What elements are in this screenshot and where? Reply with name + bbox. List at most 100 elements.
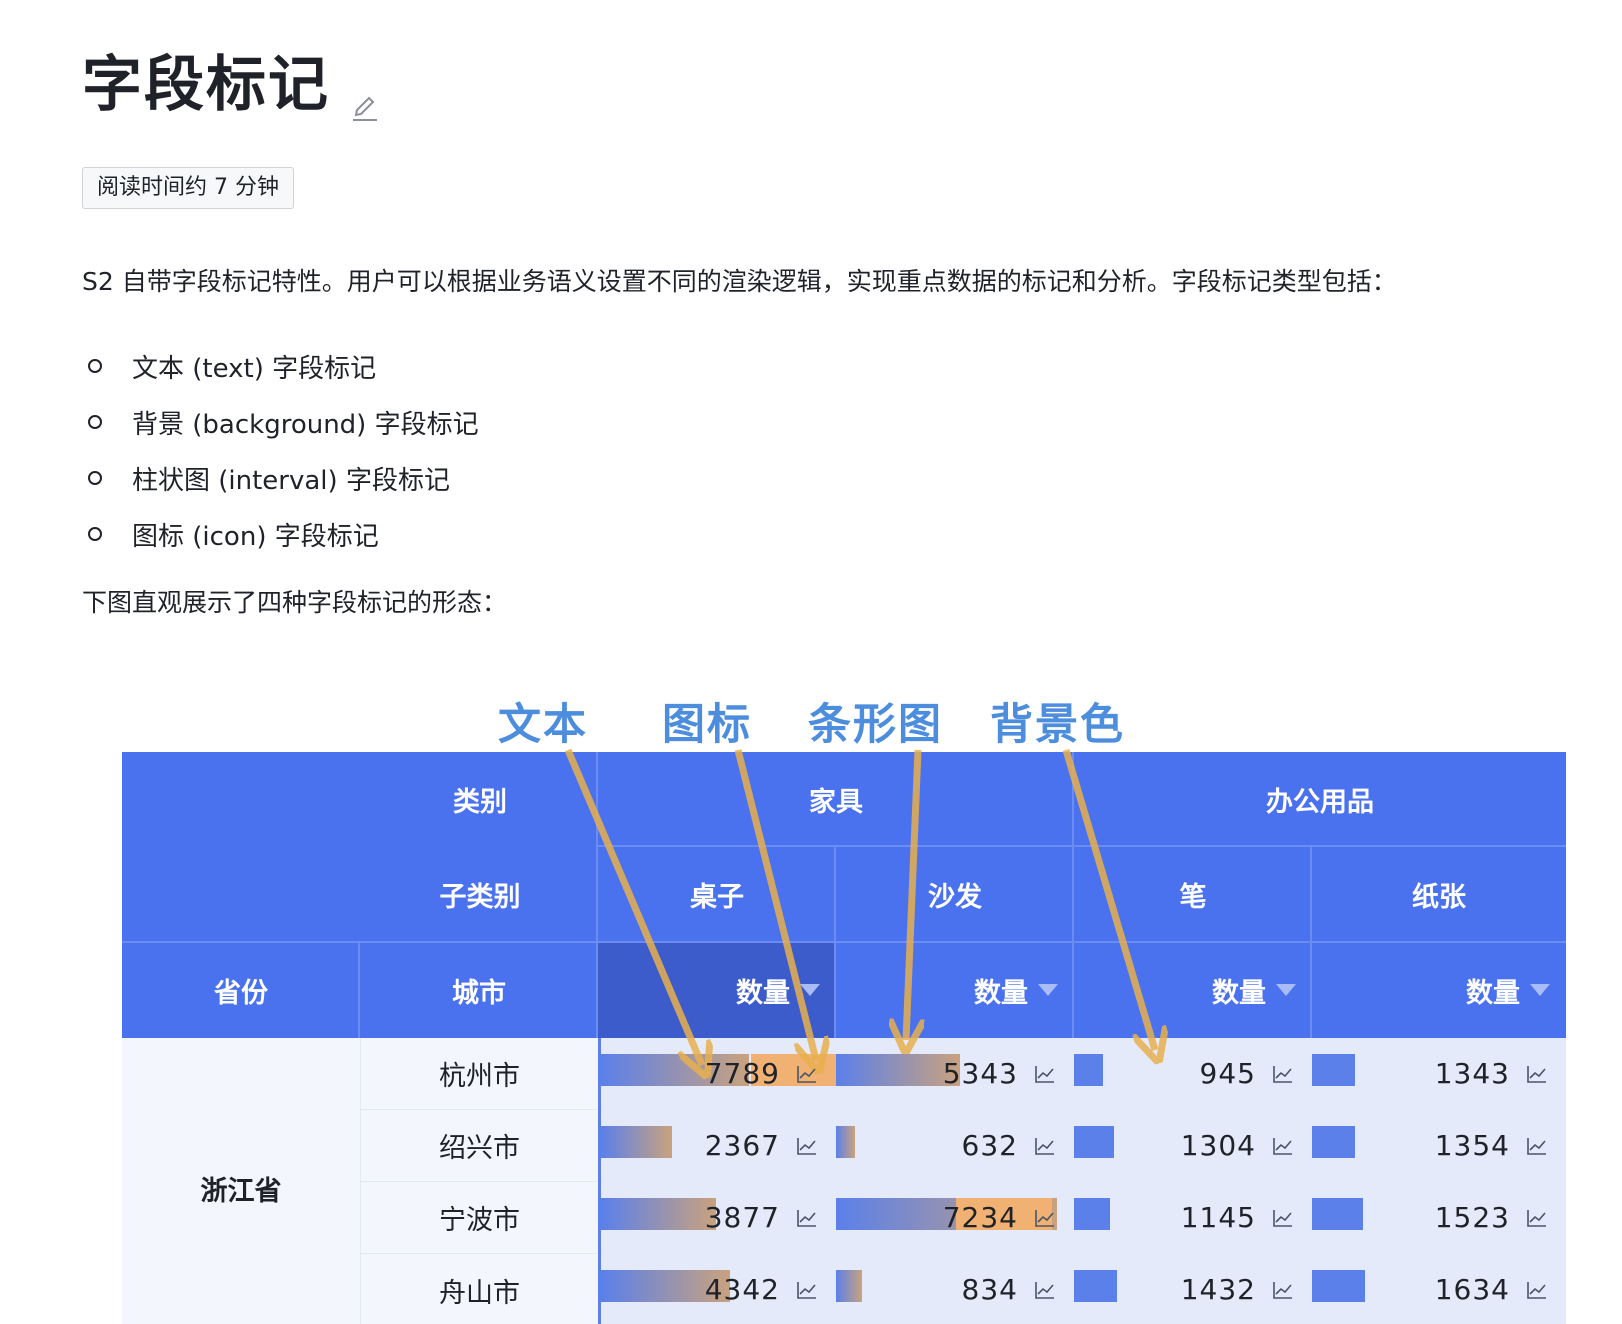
annotation-interval: 条形图 [808, 700, 943, 750]
cell-value: 1354 [1434, 1129, 1510, 1162]
interval-bar [1312, 1054, 1355, 1086]
interval-bar [1312, 1270, 1365, 1302]
data-cell[interactable]: 2367 [601, 1110, 836, 1182]
row-header-city-3[interactable]: 舟山市 [360, 1254, 598, 1324]
measure-header-desk[interactable]: 数量 [598, 942, 836, 1038]
marker-type-list: 文本 (text) 字段标记 背景 (background) 字段标记 柱状图 … [82, 338, 479, 562]
data-cell[interactable]: 632 [836, 1110, 1074, 1182]
bullet-icon [88, 415, 102, 429]
bullet-icon [88, 359, 102, 373]
annotation-background: 背景色 [990, 700, 1125, 750]
interval-bar [601, 1198, 716, 1230]
col-header-sofa[interactable]: 沙发 [836, 846, 1074, 942]
list-item: 图标 (icon) 字段标记 [82, 506, 479, 562]
trend-icon[interactable] [1034, 1208, 1056, 1228]
row-header-zhejiang[interactable]: 浙江省 [122, 1038, 360, 1324]
data-cell[interactable]: 1343 [1312, 1038, 1566, 1110]
cell-value: 1634 [1434, 1273, 1510, 1306]
data-cell[interactable]: 1634 [1312, 1254, 1566, 1324]
data-cell[interactable]: 3877 [601, 1182, 836, 1254]
cell-value: 834 [961, 1273, 1018, 1306]
col-header-paper[interactable]: 纸张 [1312, 846, 1566, 942]
cell-value: 1145 [1180, 1201, 1256, 1234]
header-divider [596, 752, 598, 1038]
interval-bar [1312, 1198, 1363, 1230]
bullet-icon [88, 471, 102, 485]
row-header-city-1[interactable]: 绍兴市 [360, 1110, 598, 1182]
interval-bar [1074, 1198, 1110, 1230]
cell-value: 5343 [942, 1057, 1018, 1090]
sort-icon[interactable] [800, 984, 820, 996]
data-cell[interactable]: 1432 [1074, 1254, 1312, 1324]
header-divider [358, 942, 360, 1038]
cell-value: 1432 [1180, 1273, 1256, 1306]
data-cell[interactable]: 1354 [1312, 1110, 1566, 1182]
trend-icon[interactable] [1034, 1280, 1056, 1300]
cell-value: 2367 [704, 1129, 780, 1162]
measure-header-paper[interactable]: 数量 [1312, 942, 1566, 1038]
corner-subcategory-header: 子类别 [122, 846, 598, 942]
data-cell[interactable]: 834 [836, 1254, 1074, 1324]
trend-icon[interactable] [1272, 1280, 1294, 1300]
trend-icon[interactable] [1034, 1136, 1056, 1156]
trend-icon[interactable] [1526, 1136, 1548, 1156]
trend-icon[interactable] [1526, 1208, 1548, 1228]
col-header-office[interactable]: 办公用品 [1074, 752, 1566, 846]
col-header-furniture[interactable]: 家具 [598, 752, 1074, 846]
data-cell[interactable]: 7234 [836, 1182, 1074, 1254]
trend-icon[interactable] [1034, 1064, 1056, 1084]
header-divider [598, 845, 1566, 847]
cell-value: 7789 [704, 1057, 780, 1090]
header-divider [122, 941, 1566, 943]
cell-value: 1343 [1434, 1057, 1510, 1090]
annotation-text: 文本 [498, 700, 588, 750]
trend-icon[interactable] [1526, 1280, 1548, 1300]
interval-bar [601, 1126, 672, 1158]
cell-value: 1523 [1434, 1201, 1510, 1234]
trend-icon[interactable] [1272, 1064, 1294, 1084]
read-time-badge: 阅读时间约 7 分钟 [82, 167, 294, 209]
row-header-city-0[interactable]: 杭州市 [360, 1038, 598, 1110]
edit-icon[interactable] [348, 70, 382, 121]
data-cell[interactable]: 1523 [1312, 1182, 1566, 1254]
trend-icon[interactable] [1526, 1064, 1548, 1084]
sort-icon[interactable] [1530, 984, 1550, 996]
interval-bar [836, 1054, 960, 1086]
col-header-desk[interactable]: 桌子 [598, 846, 836, 942]
trend-icon[interactable] [796, 1280, 818, 1300]
measure-header-pen[interactable]: 数量 [1074, 942, 1312, 1038]
sort-icon[interactable] [1276, 984, 1296, 996]
measure-header-sofa[interactable]: 数量 [836, 942, 1074, 1038]
col-header-pen[interactable]: 笔 [1074, 846, 1312, 942]
cell-value: 1304 [1180, 1129, 1256, 1162]
list-item: 背景 (background) 字段标记 [82, 394, 479, 450]
trend-icon[interactable] [796, 1136, 818, 1156]
interval-bar [1312, 1126, 1355, 1158]
interval-bar [836, 1126, 855, 1158]
interval-bar [836, 1270, 862, 1302]
cell-value: 3877 [704, 1201, 780, 1234]
data-cell[interactable]: 945 [1074, 1038, 1312, 1110]
trend-icon[interactable] [796, 1064, 818, 1084]
figure-caption: 下图直观展示了四种字段标记的形态： [82, 588, 508, 617]
bullet-icon [88, 527, 102, 541]
header-divider [1072, 752, 1074, 1038]
data-cell[interactable]: 1145 [1074, 1182, 1312, 1254]
page-title-text: 字段标记 [82, 50, 330, 120]
data-cell[interactable]: 7789 [601, 1038, 836, 1110]
row-header-city[interactable]: 城市 [360, 942, 598, 1038]
corner-category-header: 类别 [122, 752, 598, 846]
data-cell[interactable]: 5343 [836, 1038, 1074, 1110]
trend-icon[interactable] [1272, 1136, 1294, 1156]
cell-value: 632 [961, 1129, 1018, 1162]
sort-icon[interactable] [1038, 984, 1058, 996]
row-header-province[interactable]: 省份 [122, 942, 360, 1038]
page-title: 字段标记 [82, 36, 382, 123]
row-header-city-2[interactable]: 宁波市 [360, 1182, 598, 1254]
data-cell[interactable]: 4342 [601, 1254, 836, 1324]
trend-icon[interactable] [796, 1208, 818, 1228]
cell-value: 4342 [704, 1273, 780, 1306]
interval-bar [1074, 1126, 1114, 1158]
trend-icon[interactable] [1272, 1208, 1294, 1228]
data-cell[interactable]: 1304 [1074, 1110, 1312, 1182]
